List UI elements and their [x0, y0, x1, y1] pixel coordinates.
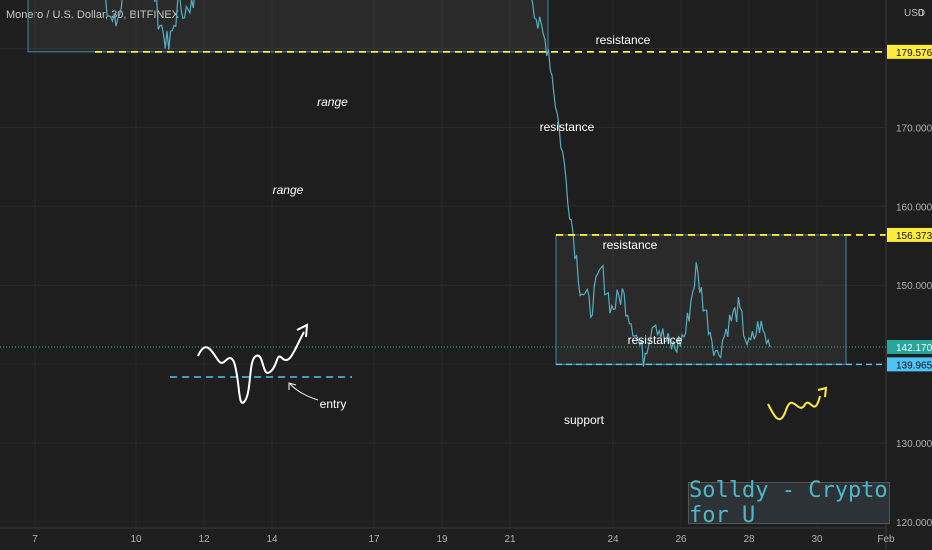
entry-label: entry: [320, 397, 347, 411]
time-tick-label: 19: [436, 534, 448, 545]
range-boxes: range range: [27, 0, 847, 365]
time-tick-label: 24: [607, 534, 619, 545]
resistance-label: resistance: [596, 33, 651, 47]
price-tick-label: 170.000: [896, 123, 932, 134]
resistance-label: resistance: [540, 120, 595, 134]
range-label: range: [317, 95, 348, 109]
time-tick-label: 14: [266, 534, 278, 545]
price-tick-label: 130.000: [896, 439, 932, 450]
time-tick-label: 17: [368, 534, 380, 545]
price-tick-label: 120.000: [896, 518, 932, 529]
time-tick-label: 10: [130, 534, 142, 545]
price-level-value: 179.576: [896, 48, 932, 59]
time-tick-label: 7: [32, 534, 38, 545]
price-chart[interactable]: range range resistance resistance resistanc…: [0, 0, 932, 550]
chart-screen: { "header": { "symbol": "Monero / U.S. D…: [0, 0, 932, 550]
consolidation-box: [555, 234, 847, 365]
resistance-label: resistance: [628, 333, 683, 347]
range-label: range: [273, 183, 304, 197]
watermark: Solldy - Crypto for U: [688, 478, 890, 528]
time-tick-label: 28: [743, 534, 755, 545]
time-tick-label: 30: [811, 534, 823, 545]
time-tick-label: 12: [198, 534, 210, 545]
last-price-value: 142.170: [896, 343, 932, 354]
price-tick-label: 150.000: [896, 281, 932, 292]
resistance-label: resistance: [603, 238, 658, 252]
time-tick-label: Feb: [877, 534, 895, 545]
price-level-value: 139.965: [896, 360, 932, 371]
price-tick-label: 160.000: [896, 202, 932, 213]
time-tick-label: 26: [675, 534, 687, 545]
support-label: support: [564, 413, 605, 427]
time-tick-label: 21: [504, 534, 516, 545]
price-level-value: 156.373: [896, 231, 932, 242]
time-axis: 7 10 12 14 17 19 21 24 26 28 30 Feb: [0, 527, 895, 545]
